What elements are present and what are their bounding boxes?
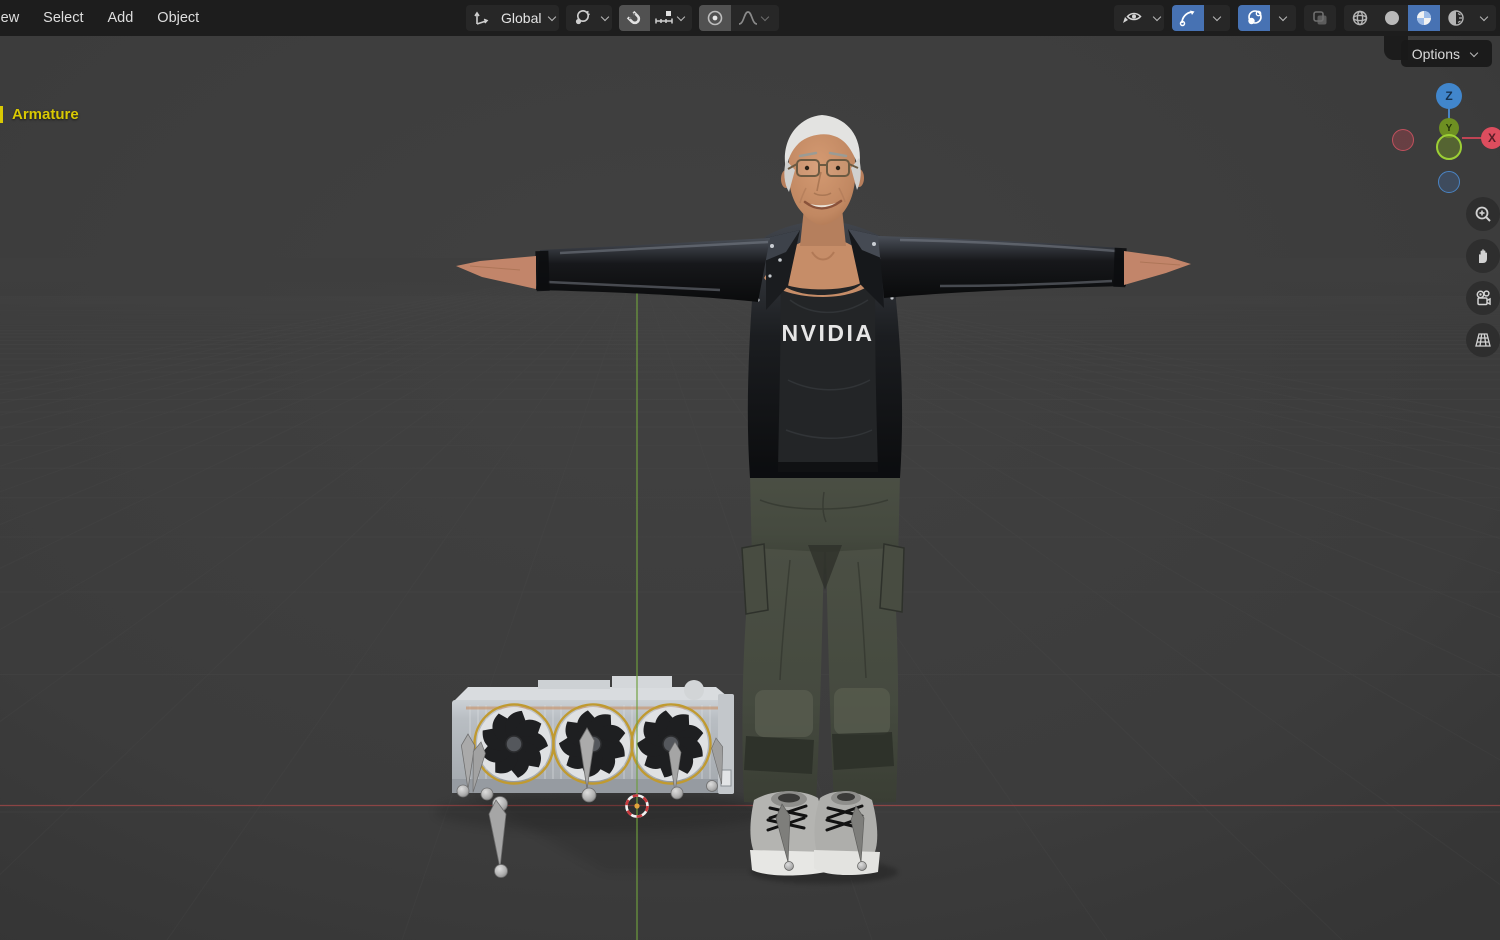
shading-modes — [1344, 5, 1496, 31]
chevron-down-icon — [548, 14, 556, 22]
chevron-down-icon — [601, 14, 609, 22]
gizmo-axis-x[interactable]: X — [1481, 127, 1500, 149]
chevron-down-icon — [761, 14, 769, 22]
snap-group — [619, 5, 693, 31]
axis-z-label: Z — [1445, 89, 1453, 103]
viewport-toggles — [1114, 5, 1496, 31]
overlays-group — [1238, 5, 1296, 31]
visibility-eye-icon — [1114, 5, 1150, 31]
proportional-group — [699, 5, 780, 31]
pivot-point-icon — [566, 5, 599, 31]
shading-rendered-button[interactable] — [1440, 5, 1472, 31]
xray-toggle[interactable] — [1304, 5, 1336, 31]
gizmo-axis-z-negative[interactable] — [1438, 171, 1460, 193]
info-divider — [0, 106, 3, 123]
viewport-header: View Select Add Object Global — [0, 0, 1500, 36]
overlays-toggle[interactable] — [1238, 5, 1270, 31]
shading-solid-button[interactable] — [1376, 5, 1408, 31]
navigation-gizmo[interactable]: Z Y X — [1386, 80, 1500, 194]
pivot-point-dropdown[interactable] — [566, 5, 613, 31]
header-menus: View Select Add Object — [0, 0, 211, 36]
viewport-info-text: Armature — [0, 106, 79, 123]
proportional-editing-toggle[interactable] — [699, 5, 732, 31]
options-dropdown[interactable]: Options — [1400, 40, 1492, 67]
zoom-button[interactable] — [1466, 197, 1500, 231]
chevron-down-icon — [1153, 14, 1161, 22]
orientation-label: Global — [501, 10, 542, 26]
shading-wireframe-button[interactable] — [1344, 5, 1376, 31]
gizmos-toggle[interactable] — [1172, 5, 1204, 31]
camera-view-button[interactable] — [1466, 281, 1500, 315]
active-object-name: Armature — [12, 106, 79, 123]
orientation-axes-icon — [466, 5, 497, 31]
shirt-logo-text: NVIDIA — [782, 320, 875, 346]
axis-y-label: Y — [1445, 122, 1453, 134]
shading-dropdown[interactable] — [1472, 5, 1496, 31]
viewport-side-tools — [1466, 197, 1500, 357]
menu-view[interactable]: View — [0, 0, 31, 36]
gizmo-axis-x-negative[interactable] — [1392, 129, 1414, 151]
snap-magnet-toggle[interactable] — [619, 5, 651, 31]
shading-material-preview-button[interactable] — [1408, 5, 1440, 31]
chevron-down-icon — [677, 14, 685, 22]
chevron-down-icon — [1213, 14, 1221, 22]
axis-x-label: X — [1487, 131, 1496, 145]
chevron-down-icon — [1470, 50, 1478, 58]
options-label: Options — [1411, 45, 1460, 62]
proportional-falloff-dropdown[interactable] — [731, 5, 780, 31]
chevron-down-icon — [1480, 14, 1488, 22]
gizmos-group — [1172, 5, 1230, 31]
pan-hand-button[interactable] — [1466, 239, 1500, 273]
transform-orientation-dropdown[interactable]: Global — [466, 5, 560, 31]
orthographic-grid-button[interactable] — [1466, 323, 1500, 357]
menu-select[interactable]: Select — [31, 0, 95, 36]
chevron-down-icon — [1279, 14, 1287, 22]
snap-settings-dropdown[interactable] — [650, 5, 693, 31]
show-object-types-dropdown[interactable] — [1114, 5, 1164, 31]
gpu-model[interactable] — [452, 676, 734, 795]
x-axis-gizmo-line — [1462, 137, 1482, 139]
menu-add[interactable]: Add — [95, 0, 145, 36]
menu-object[interactable]: Object — [145, 0, 211, 36]
gpu-fan-left — [475, 705, 554, 784]
gizmo-axis-z[interactable]: Z — [1436, 83, 1462, 109]
viewport-canvas[interactable]: NVIDIA — [0, 0, 1500, 940]
transform-controls: Global — [466, 5, 780, 31]
overlays-dropdown[interactable] — [1270, 5, 1296, 31]
gizmos-dropdown[interactable] — [1204, 5, 1230, 31]
gizmo-axis-y-negative[interactable] — [1436, 134, 1462, 160]
blender-window: NVIDIA ew Select Add Object Global Optio… — [0, 0, 1500, 940]
